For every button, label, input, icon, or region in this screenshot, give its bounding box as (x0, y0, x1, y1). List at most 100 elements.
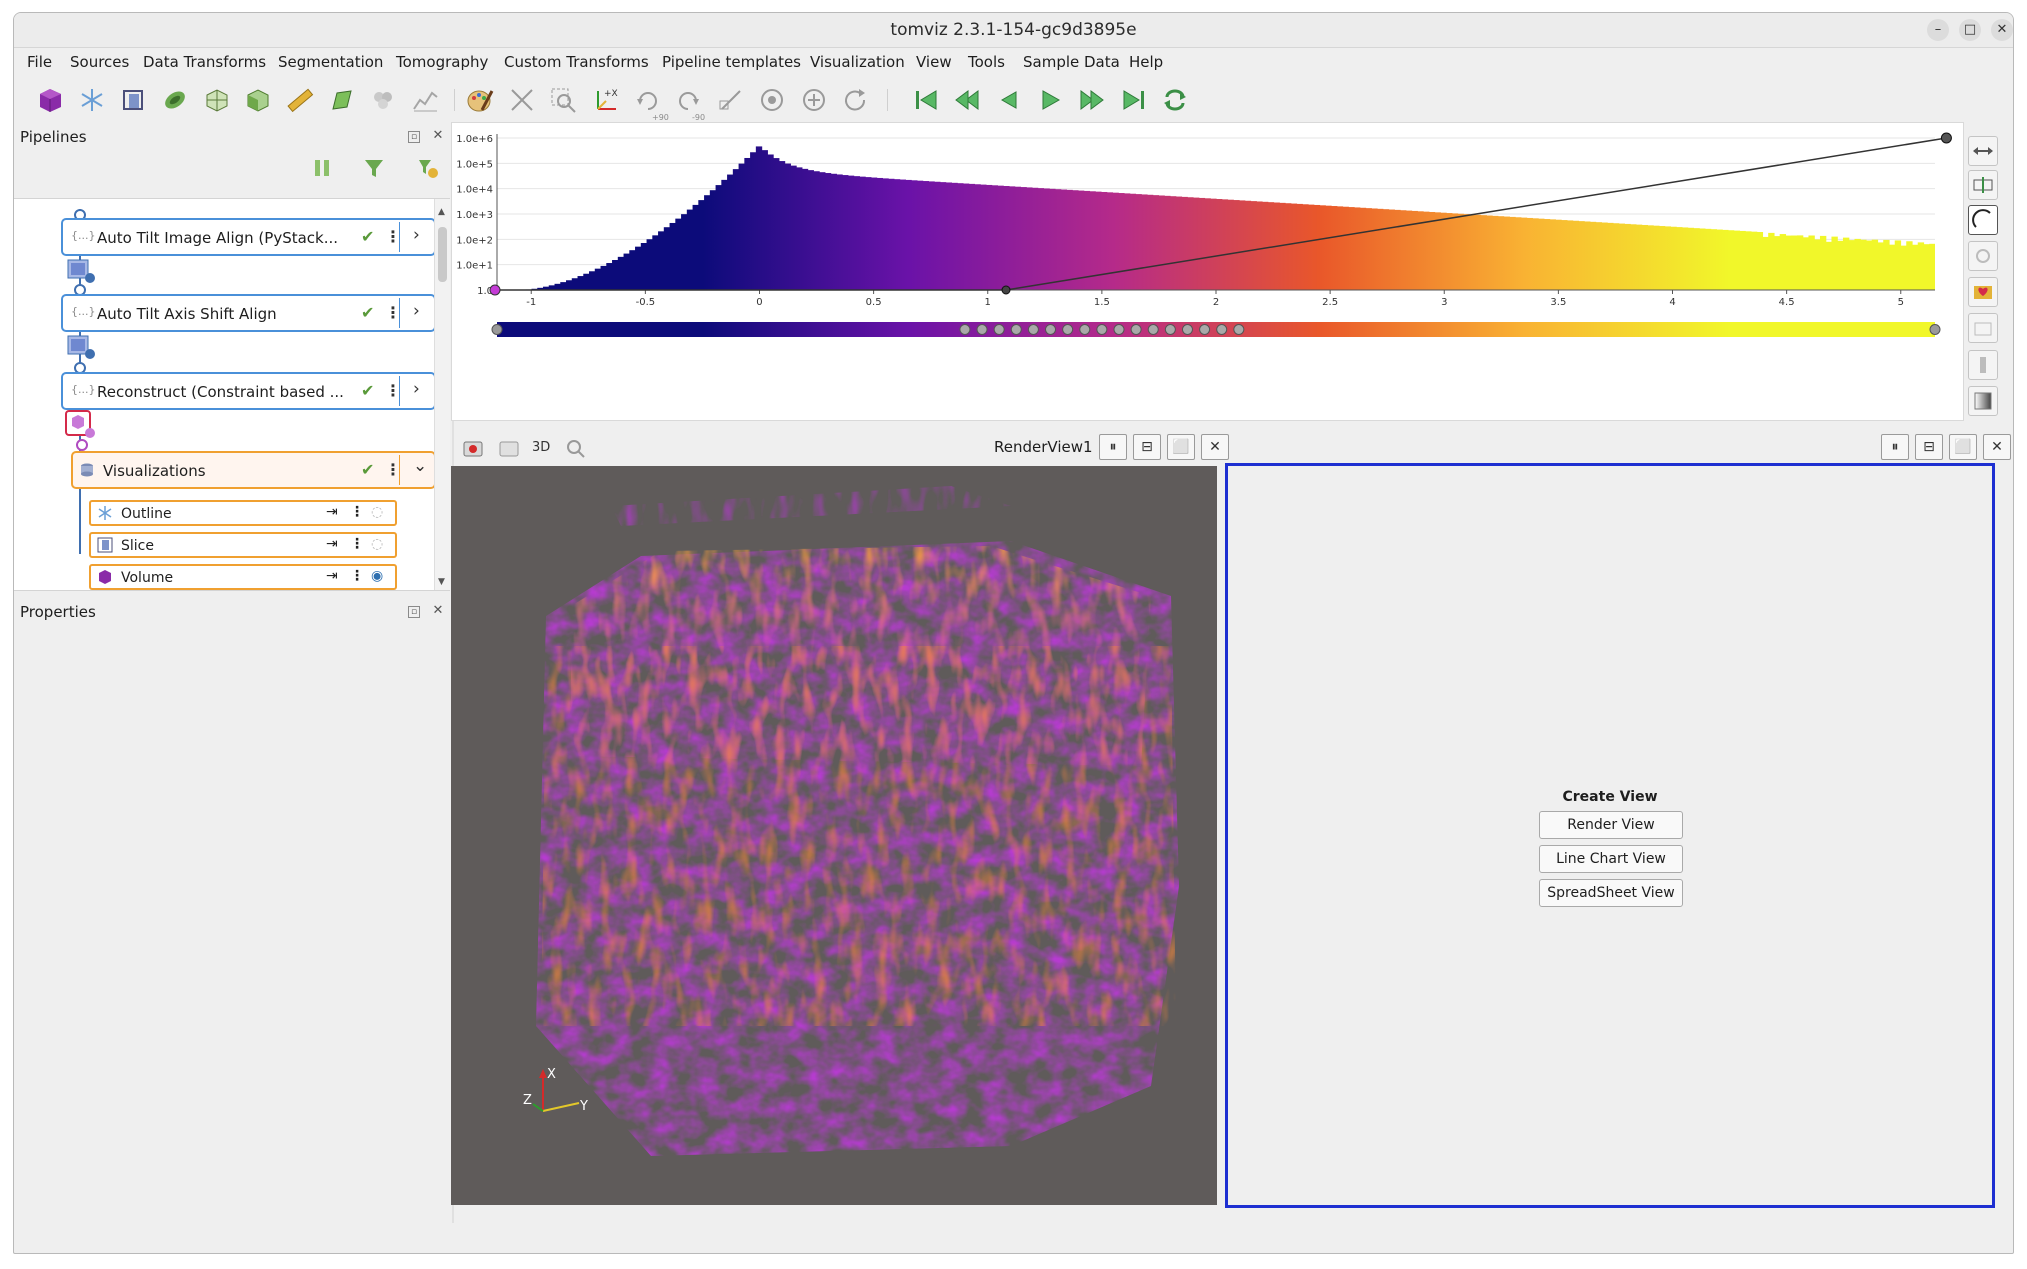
volume-icon[interactable] (35, 85, 65, 115)
scrollbar-thumb[interactable] (438, 227, 447, 282)
outline-icon[interactable] (77, 85, 107, 115)
scroll-down-icon[interactable]: ▼ (438, 577, 445, 587)
threshold-icon[interactable] (327, 85, 357, 115)
eye-closed-icon[interactable]: ◌ (371, 536, 383, 552)
more-icon[interactable]: ⋮ (350, 504, 364, 520)
zoom-icon[interactable] (564, 437, 586, 459)
filter-icon[interactable] (362, 156, 386, 180)
maximize-button[interactable]: □ (1959, 19, 1981, 41)
visualizations-node[interactable]: Visualizations ✔ ⋮ ⌄ (71, 451, 436, 489)
menu-tools[interactable]: Tools (968, 53, 1005, 71)
line-chart-view-button[interactable]: Line Chart View (1539, 845, 1683, 873)
volume-rendering[interactable]: X Y Z (451, 466, 1217, 1205)
close-dock-icon[interactable]: ✕ (432, 604, 444, 618)
ruler-icon[interactable] (285, 85, 315, 115)
invert-colormap-button[interactable] (1968, 205, 1998, 235)
close-view-button[interactable]: ✕ (1983, 434, 2011, 460)
colormap-settings-button[interactable] (1968, 241, 1998, 271)
molecule-icon[interactable] (368, 85, 398, 115)
step-back-icon[interactable] (994, 85, 1024, 115)
maximize-view-button[interactable]: ⬜ (1949, 434, 1977, 460)
more-icon[interactable]: ⋮ (350, 536, 364, 552)
pipeline-node[interactable]: {...} Reconstruct (Constraint based ... … (61, 372, 436, 410)
render-view-button[interactable]: Render View (1539, 811, 1683, 839)
chevron-right-icon[interactable]: › (413, 225, 420, 245)
rotate-cw-icon[interactable] (799, 85, 829, 115)
menu-sample-data[interactable]: Sample Data (1023, 53, 1120, 71)
contour-icon[interactable] (160, 85, 190, 115)
custom-range-button[interactable] (1968, 170, 1998, 200)
menu-help[interactable]: Help (1129, 53, 1163, 71)
rotate-view-icon[interactable] (840, 85, 870, 115)
histogram-panel[interactable]: 1.0e+6 1.0e+5 1.0e+4 1.0e+3 1.0e+2 1.0e+1 1.0 … (451, 122, 1964, 421)
chevron-right-icon[interactable]: › (413, 379, 420, 399)
maximize-view-button[interactable]: ⬜ (1167, 434, 1195, 460)
rotate-plus-90-icon[interactable] (632, 85, 662, 115)
dataset-icon[interactable] (66, 330, 98, 362)
axes-icon[interactable]: +X (590, 85, 620, 115)
palette-icon[interactable] (465, 85, 495, 115)
spreadsheet-view-button[interactable]: SpreadSheet View (1539, 879, 1683, 907)
camera-undo-icon[interactable] (498, 437, 520, 459)
capture-icon[interactable] (462, 437, 484, 459)
close-view-button[interactable]: ✕ (1201, 434, 1229, 460)
pause-pipeline-icon[interactable] (310, 156, 334, 180)
slice-icon[interactable] (118, 85, 148, 115)
more-icon[interactable]: ⋮ (350, 568, 364, 584)
split-horizontal-button[interactable]: ⏸ (1099, 434, 1127, 460)
menu-sources[interactable]: Sources (70, 53, 129, 71)
scrollbar[interactable]: ▲ ▼ (434, 199, 450, 590)
visualization-outline[interactable]: Outline ⇥ ⋮ ◌ (89, 500, 397, 526)
menu-pipeline-templates[interactable]: Pipeline templates (662, 53, 801, 71)
eye-icon[interactable]: ◉ (371, 568, 383, 584)
reset-camera-icon[interactable] (507, 85, 537, 115)
pipeline-settings-icon[interactable] (416, 156, 440, 180)
last-frame-icon[interactable] (1119, 85, 1149, 115)
grayscale-button[interactable] (1968, 350, 1998, 380)
chevron-down-icon[interactable]: ⌄ (413, 456, 427, 476)
float-dock-icon[interactable]: ▫ (408, 131, 420, 143)
projection-mode-label[interactable]: 3D (532, 440, 550, 455)
first-frame-icon[interactable] (911, 85, 941, 115)
close-dock-icon[interactable]: ✕ (432, 129, 444, 143)
split-vertical-button[interactable]: ⊟ (1915, 434, 1943, 460)
split-vertical-button[interactable]: ⊟ (1133, 434, 1161, 460)
previous-frame-icon[interactable] (952, 85, 982, 115)
close-window-button[interactable]: ✕ (1991, 19, 2013, 41)
pipeline-node[interactable]: {...} Auto Tilt Axis Shift Align ✔ ⋮ › (61, 294, 436, 332)
dataset-icon[interactable] (66, 254, 98, 286)
export-icon[interactable]: ⇥ (326, 568, 338, 584)
orthogonal-slice-icon[interactable] (202, 85, 232, 115)
menu-tomography[interactable]: Tomography (396, 53, 488, 71)
scroll-up-icon[interactable]: ▲ (438, 207, 445, 217)
menu-view[interactable]: View (916, 53, 952, 71)
pipeline-node[interactable]: {...} Auto Tilt Image Align (PyStack... … (61, 218, 436, 256)
menu-visualization[interactable]: Visualization (810, 53, 905, 71)
segment-icon[interactable] (243, 85, 273, 115)
play-icon[interactable] (1035, 85, 1065, 115)
save-colormap-button[interactable] (1968, 277, 1998, 307)
minimize-button[interactable]: – (1927, 19, 1949, 41)
next-frame-icon[interactable] (1077, 85, 1107, 115)
float-dock-icon[interactable]: ▫ (408, 606, 420, 618)
menu-segmentation[interactable]: Segmentation (278, 53, 383, 71)
loop-icon[interactable] (1160, 85, 1190, 115)
view-direction-icon[interactable] (716, 85, 746, 115)
reconstruction-dataset-icon[interactable] (64, 407, 98, 441)
menu-custom-transforms[interactable]: Custom Transforms (504, 53, 649, 71)
rescale-range-button[interactable] (1968, 136, 1998, 166)
snapshot-button[interactable] (1968, 313, 1998, 343)
rotate-ccw-icon[interactable] (757, 85, 787, 115)
gradient-opacity-button[interactable] (1968, 386, 1998, 416)
eye-closed-icon[interactable]: ◌ (371, 504, 383, 520)
menu-data-transforms[interactable]: Data Transforms (143, 53, 266, 71)
chevron-right-icon[interactable]: › (413, 301, 420, 321)
visualization-slice[interactable]: Slice ⇥ ⋮ ◌ (89, 532, 397, 558)
visualization-volume[interactable]: Volume ⇥ ⋮ ◉ (89, 564, 397, 590)
export-icon[interactable]: ⇥ (326, 504, 338, 520)
split-horizontal-button[interactable]: ⏸ (1881, 434, 1909, 460)
histogram-chart[interactable]: 1.0e+61.0e+51.0e+41.0e+31.0e+21.0e+11.0 … (452, 123, 1965, 422)
zoom-to-box-icon[interactable] (548, 85, 578, 115)
render-view[interactable]: X Y Z (451, 466, 1217, 1205)
export-icon[interactable]: ⇥ (326, 536, 338, 552)
